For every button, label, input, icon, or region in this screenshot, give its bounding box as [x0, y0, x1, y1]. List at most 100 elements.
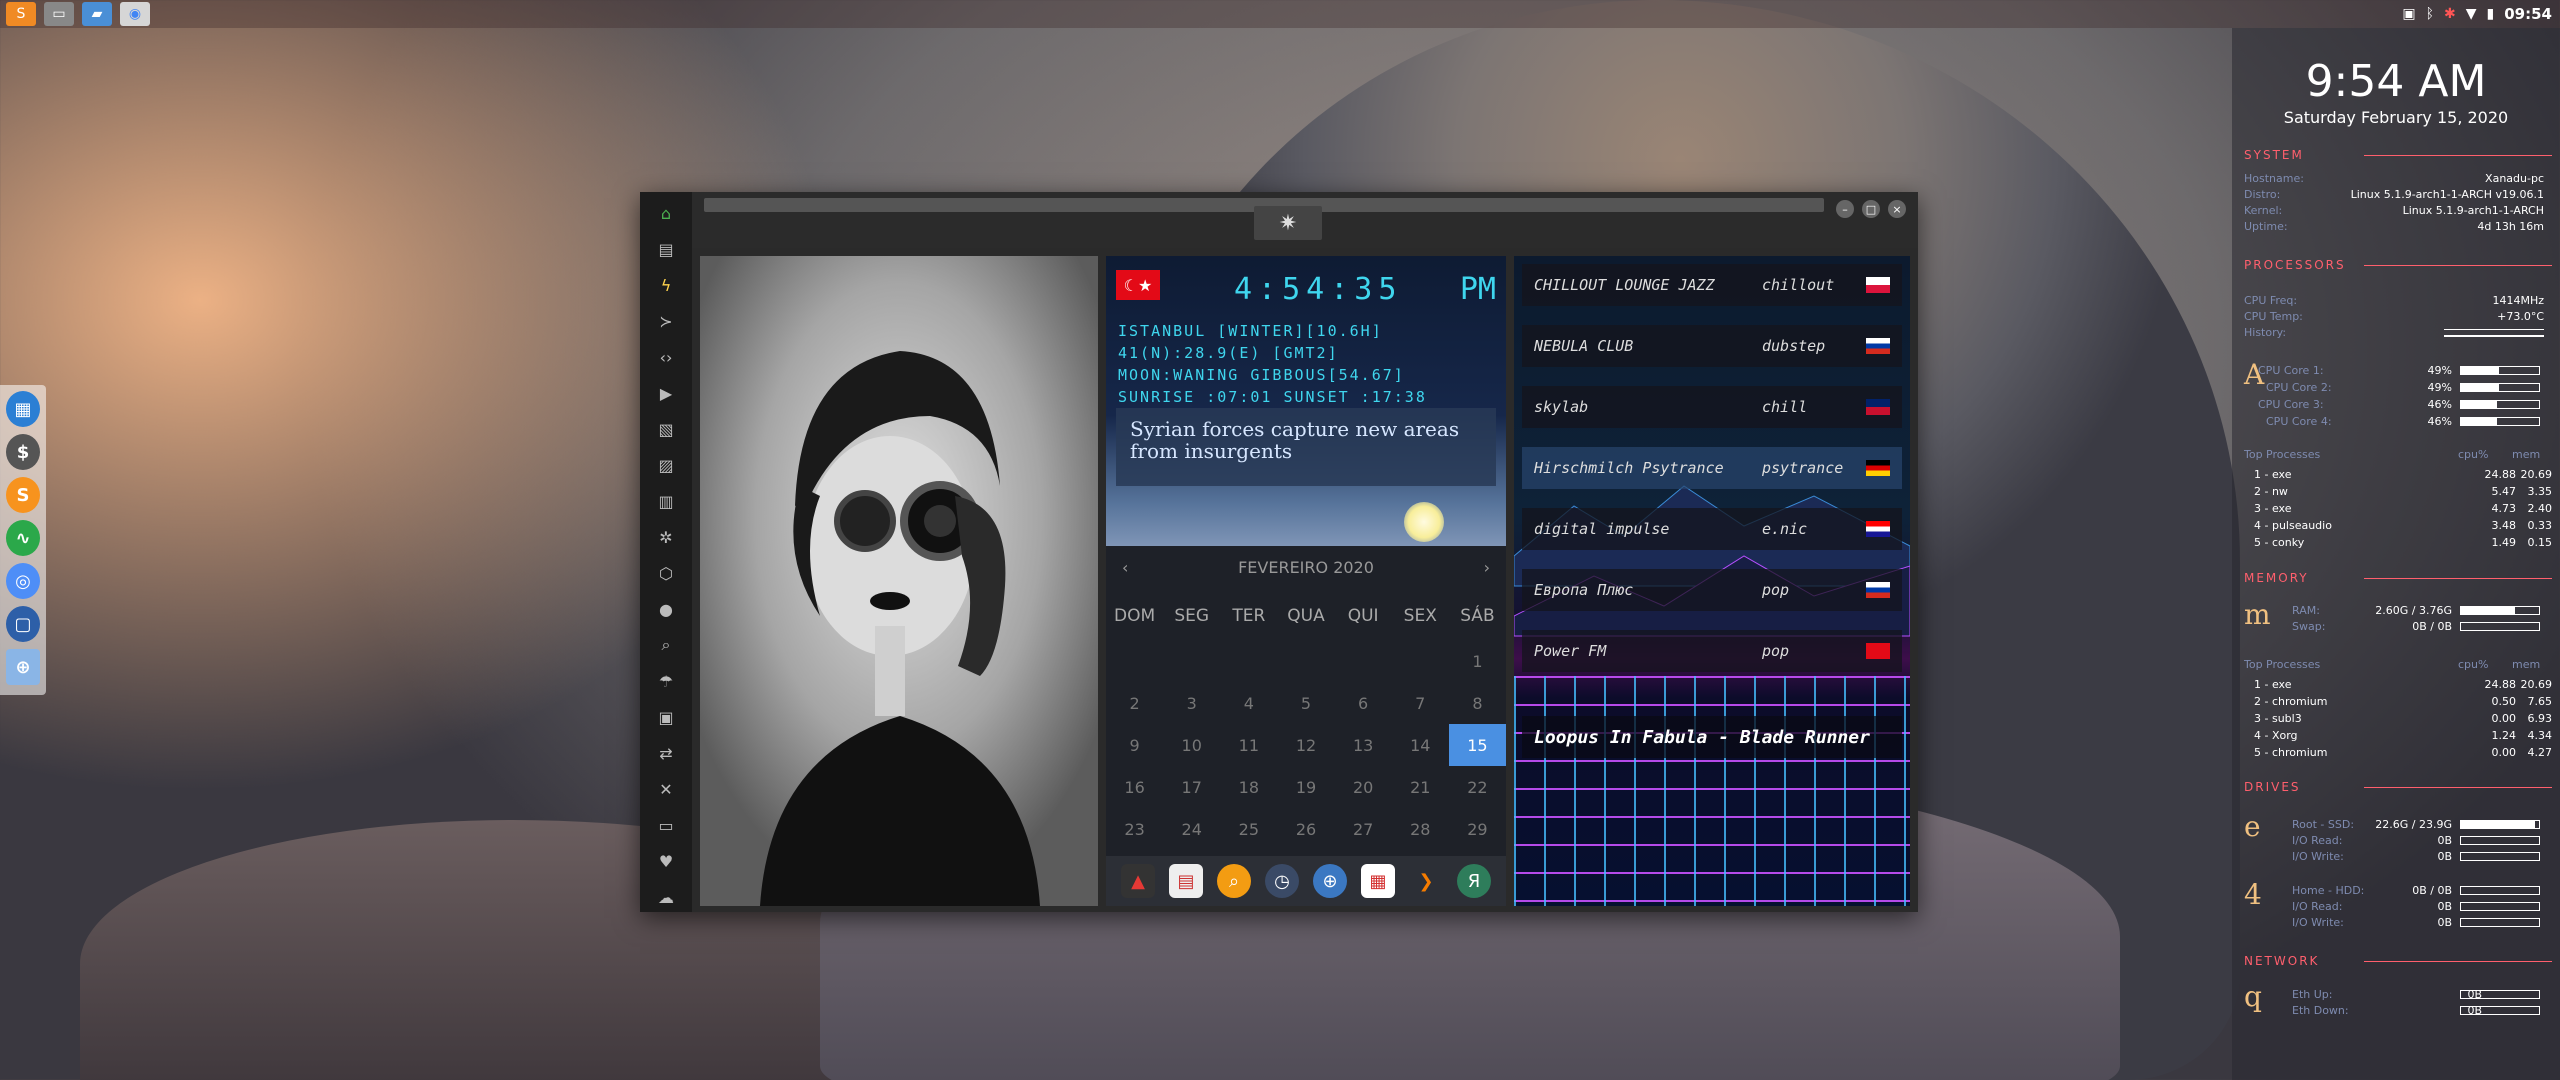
station-row[interactable]: Power FM pop [1522, 630, 1902, 672]
tray-clock[interactable]: 09:54 [2504, 5, 2552, 23]
sublime-text-icon[interactable]: S [6, 2, 36, 26]
calendar-day[interactable]: 22 [1449, 766, 1506, 808]
calendar-day[interactable]: 24 [1163, 808, 1220, 850]
hexagon-icon[interactable]: ⬡ [655, 562, 677, 584]
contact-icon[interactable]: ▣ [655, 706, 677, 728]
cpu-history-graph [2444, 329, 2544, 337]
calendar-day[interactable]: 18 [1220, 766, 1277, 808]
settings-icon[interactable]: ✱ [2444, 6, 2456, 22]
process-row: 3 - subl3 0.00 6.93 [2254, 712, 2552, 725]
youtube-icon[interactable]: ▭ [655, 814, 677, 836]
play-icon[interactable]: ▶ [655, 382, 677, 404]
calendar-icon[interactable]: ▤ [1169, 864, 1203, 898]
station-name: Европа Плюс [1534, 581, 1634, 599]
calendar-day[interactable]: 6 [1335, 682, 1392, 724]
globe-icon[interactable]: ⊕ [1313, 864, 1347, 898]
calendar-day[interactable]: 5 [1277, 682, 1334, 724]
calendar-day[interactable]: 14 [1392, 724, 1449, 766]
calendar-day[interactable]: 23 [1106, 808, 1163, 850]
calendar-day[interactable]: 20 [1335, 766, 1392, 808]
calendar-day[interactable]: 19 [1277, 766, 1334, 808]
station-row[interactable]: skylab chill [1522, 386, 1902, 428]
station-row[interactable]: NEBULA CLUB dubstep [1522, 325, 1902, 367]
station-row[interactable]: CHILLOUT LOUNGE JAZZ chillout [1522, 264, 1902, 306]
eth-up-bar [2460, 990, 2540, 999]
calendar-day[interactable]: 26 [1277, 808, 1334, 850]
bolt-icon[interactable]: ϟ [655, 274, 677, 296]
bluetooth-icon[interactable]: ᛒ [2426, 6, 2434, 22]
de-flag-icon [1866, 460, 1890, 476]
terminal-icon[interactable]: ≻ [655, 310, 677, 332]
search-icon[interactable]: ⌕ [1217, 864, 1251, 898]
slack-s-icon[interactable]: S [6, 477, 40, 513]
cpu-freq: CPU Freq: 1414MHz [2244, 294, 2544, 307]
globe-icon[interactable]: ● [655, 598, 677, 620]
calendar-day[interactable]: 13 [1335, 724, 1392, 766]
root-drive-bar [2460, 820, 2540, 829]
calendar-day[interactable]: 7 [1392, 682, 1449, 724]
next-month-button[interactable]: › [1484, 558, 1490, 577]
station-row[interactable]: Европа Плюс pop [1522, 569, 1902, 611]
search-icon[interactable]: ⌕ [655, 634, 677, 656]
calendar-icon[interactable]: ▦ [6, 391, 40, 427]
terminal-icon[interactable]: ▭ [44, 2, 74, 26]
clock-icon[interactable]: ◷ [1265, 864, 1299, 898]
calendar-day[interactable]: 9 [1106, 724, 1163, 766]
cloud-icon[interactable]: ☁ [655, 886, 677, 908]
document-icon[interactable]: ▤ [655, 238, 677, 260]
calendar-day[interactable]: 29 [1449, 808, 1506, 850]
calendar-day[interactable]: 1 [1449, 640, 1506, 682]
globe-icon[interactable]: ⊕ [6, 649, 40, 685]
calendar-day[interactable]: 11 [1220, 724, 1277, 766]
calendar-day[interactable]: 28 [1392, 808, 1449, 850]
image-icon[interactable]: ▨ [655, 454, 677, 476]
wifi-icon[interactable]: ▼ [2466, 6, 2477, 22]
calendar-day[interactable]: 15 [1448, 724, 1506, 766]
activity-icon[interactable]: ∿ [6, 520, 40, 556]
code-icon[interactable]: ‹› [655, 346, 677, 368]
exchange-icon[interactable]: ⇄ [655, 742, 677, 764]
station-genre: chillout [1762, 276, 1835, 294]
moon-line: MOON:WANING GIBBOUS[54.67] [1118, 366, 1405, 384]
fullscreen-icon[interactable]: ✕ [655, 778, 677, 800]
turkey-flag-icon: ☾★ [1116, 270, 1160, 300]
news-headline[interactable]: Syrian forces capture new areas from ins… [1116, 408, 1496, 486]
image-icon[interactable]: ▣ [2402, 6, 2415, 22]
yandex-icon[interactable]: Я [1457, 864, 1491, 898]
files-icon[interactable]: ▰ [82, 2, 112, 26]
calendar-date-icon[interactable]: ▦ [1361, 864, 1395, 898]
pictures-icon[interactable]: ▧ [655, 418, 677, 440]
chrome-icon[interactable]: ◉ [120, 2, 150, 26]
prev-month-button[interactable]: ‹ [1122, 558, 1128, 577]
arrow-icon[interactable]: ❯ [1409, 864, 1443, 898]
maximize-button[interactable]: □ [1862, 200, 1880, 218]
calendar-day[interactable]: 21 [1392, 766, 1449, 808]
calendar-day[interactable]: 27 [1335, 808, 1392, 850]
chrome-icon[interactable]: ◎ [6, 563, 40, 599]
umbrella-icon[interactable]: ☂ [655, 670, 677, 692]
calendar-day[interactable]: 17 [1163, 766, 1220, 808]
station-row[interactable]: Hirschmilch Psytrance psytrance [1522, 447, 1902, 489]
calendar-day[interactable]: 2 [1106, 682, 1163, 724]
battery-icon[interactable]: ▮ [2487, 6, 2495, 22]
close-button[interactable]: × [1888, 200, 1906, 218]
system-tray: ▣ ᛒ ✱ ▼ ▮ 09:54 [2402, 0, 2552, 28]
calendar-day[interactable]: 16 [1106, 766, 1163, 808]
calendar-day[interactable]: 12 [1277, 724, 1334, 766]
station-row[interactable]: digital impulse e.nic [1522, 508, 1902, 550]
calendar-day[interactable]: 8 [1449, 682, 1506, 724]
root-write-row: I/O Write: 0B [2292, 850, 2452, 863]
calendar-day[interactable]: 3 [1163, 682, 1220, 724]
calendar-day[interactable]: 25 [1220, 808, 1277, 850]
money-icon[interactable]: $ [6, 434, 40, 470]
window-titlebar: ✷ – □ × [692, 192, 1918, 248]
heart-icon[interactable]: ♥ [655, 850, 677, 872]
pdf-icon[interactable]: ▲ [1121, 864, 1155, 898]
minimize-button[interactable]: – [1836, 200, 1854, 218]
settings-icon[interactable]: ✲ [655, 526, 677, 548]
screenshot-icon[interactable]: ▢ [6, 606, 40, 642]
news-icon[interactable]: ▥ [655, 490, 677, 512]
home-icon[interactable]: ⌂ [655, 202, 677, 224]
calendar-day[interactable]: 4 [1220, 682, 1277, 724]
calendar-day[interactable]: 10 [1163, 724, 1220, 766]
